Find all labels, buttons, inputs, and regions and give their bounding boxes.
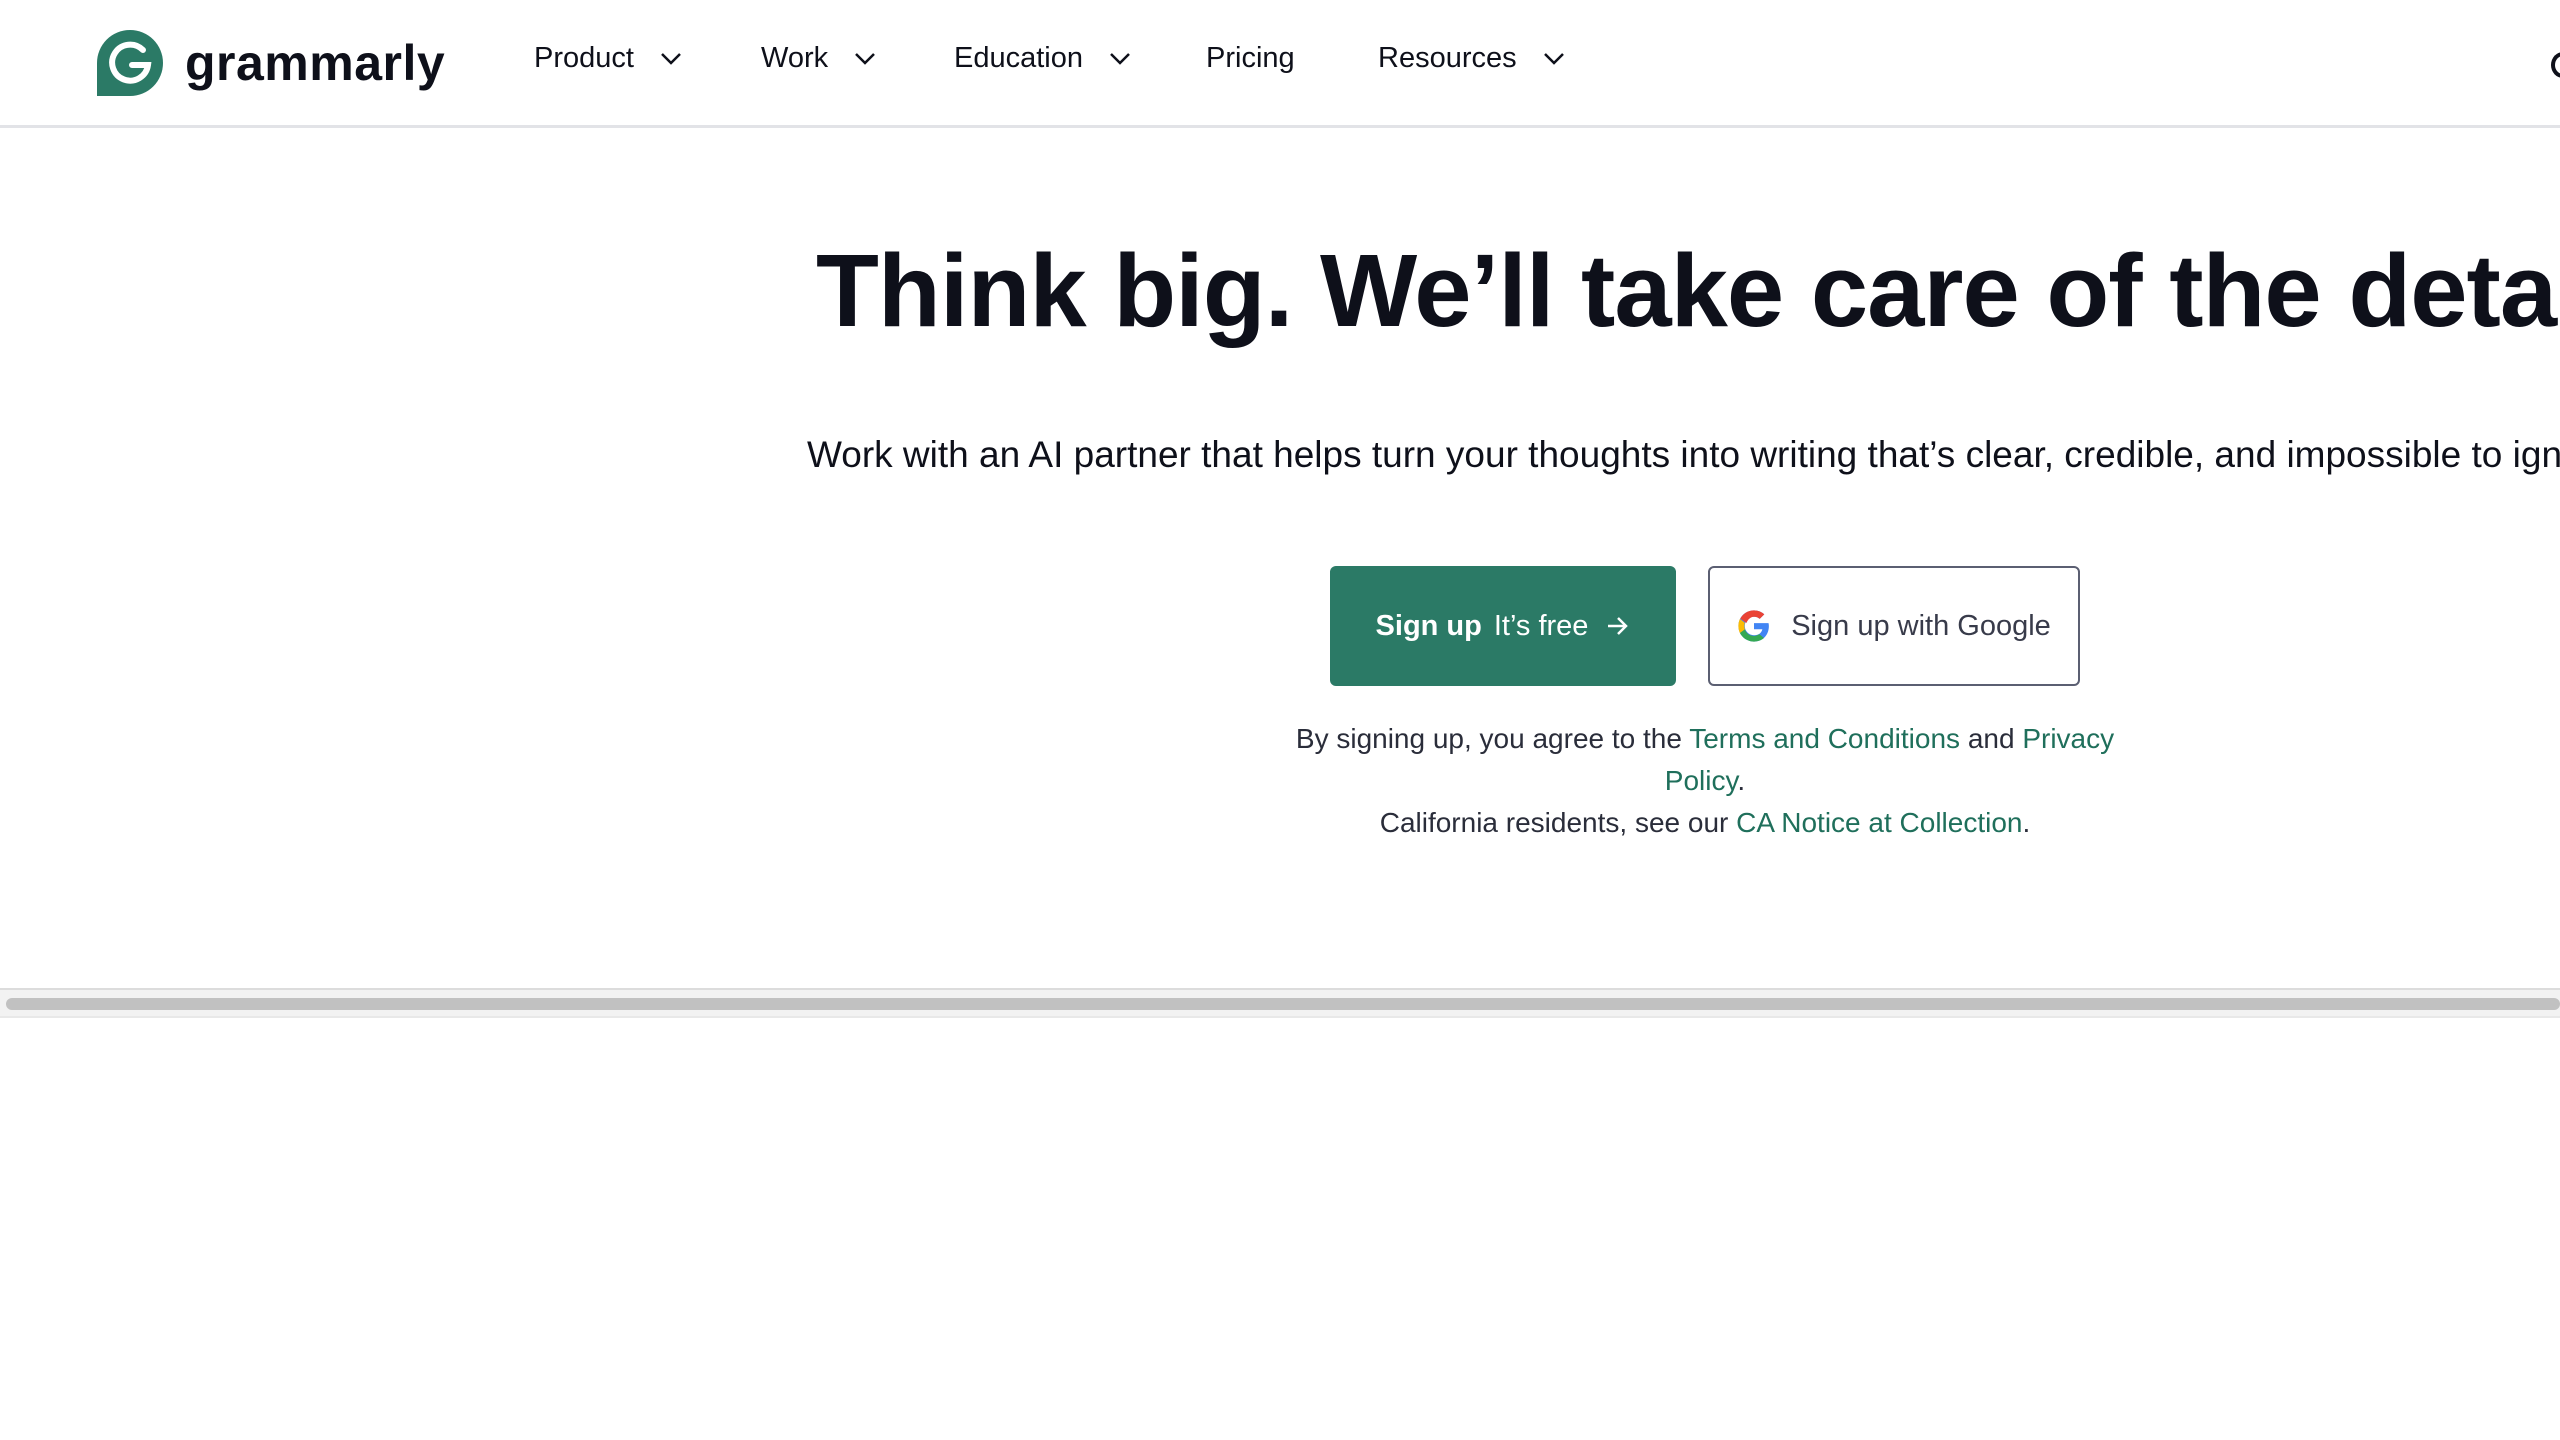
signup-button[interactable]: Sign up It’s free [1330,566,1676,686]
nav-resources[interactable]: Resources [1378,42,1565,75]
hero-title: Think big. We’ll take care of the detail… [816,233,2560,348]
cut-off-header-glyph [2551,52,2560,78]
nav-product[interactable]: Product [534,42,682,75]
legal-line-2: California residents, see our CA Notice … [1260,802,2150,844]
legal-and: and [1967,723,2015,754]
nav-education[interactable]: Education [954,42,1131,75]
signup-google-button[interactable]: Sign up with Google [1708,566,2080,686]
chevron-down-icon [1110,52,1130,65]
legal-period-2: . [2022,807,2031,838]
nav-work[interactable]: Work [761,42,876,75]
grammarly-logo[interactable]: grammarly [95,28,445,98]
legal-ca-prefix: California residents, see our [1379,807,1729,838]
grammarly-g-icon [97,30,163,96]
nav-resources-label: Resources [1378,42,1517,74]
signup-button-sublabel: It’s free [1493,609,1589,642]
legal-prefix: By signing up, you agree to the [1295,723,1682,754]
brand-name: grammarly [185,35,446,91]
signup-google-label: Sign up with Google [1791,609,2051,642]
nav-education-label: Education [954,42,1083,74]
scrollbar-thumb[interactable] [6,998,2560,1010]
chevron-down-icon [855,52,876,65]
legal-notice: By signing up, you agree to the Terms an… [1260,718,2150,844]
hero-subtitle: Work with an AI partner that helps turn … [807,434,2560,475]
nav-product-label: Product [534,42,634,74]
signup-button-label: Sign up [1375,609,1482,642]
chevron-down-icon [661,52,681,65]
chevron-down-icon [1543,52,1564,65]
arrow-right-icon [1608,617,1629,635]
ca-notice-link[interactable]: CA Notice at Collection [1736,807,2022,838]
legal-line-1: By signing up, you agree to the Terms an… [1260,718,2150,802]
horizontal-scrollbar[interactable] [0,988,2560,1018]
site-header: grammarly Product Work Education Pricing… [0,0,2560,128]
nav-work-label: Work [761,42,829,74]
nav-pricing[interactable]: Pricing [1206,42,1295,75]
terms-link[interactable]: Terms and Conditions [1689,723,1960,754]
nav-pricing-label: Pricing [1206,42,1295,74]
google-g-icon [1738,610,1770,642]
legal-period: . [1737,765,1746,796]
